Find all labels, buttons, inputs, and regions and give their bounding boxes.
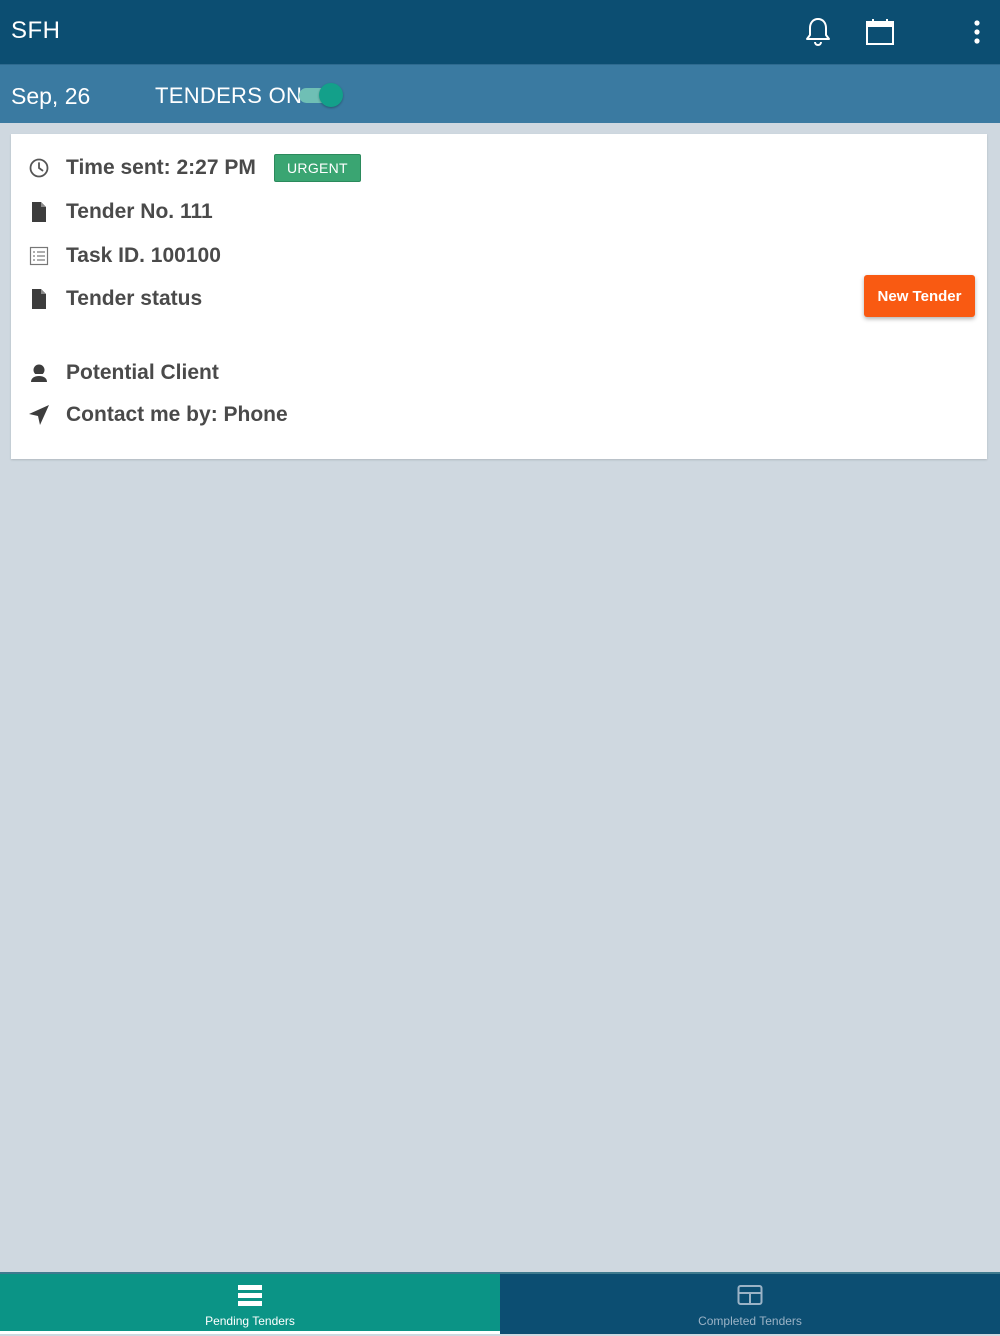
- clock-icon: [28, 157, 50, 179]
- person-icon: [28, 362, 50, 384]
- new-tender-button[interactable]: New Tender: [864, 275, 975, 317]
- tab-pending-label: Pending Tenders: [205, 1314, 295, 1328]
- tenders-toggle-label: TENDERS ON: [155, 83, 303, 108]
- tender-card[interactable]: Time sent: 2:27 PM URGENT Tender No. 111…: [11, 134, 987, 459]
- navigation-arrow-icon: [28, 404, 50, 426]
- panel-icon: [737, 1284, 763, 1311]
- tenders-toggle[interactable]: [299, 83, 345, 109]
- list-icon: [28, 245, 50, 267]
- calendar-icon[interactable]: [860, 12, 900, 52]
- more-vert-icon[interactable]: [957, 12, 997, 52]
- bell-icon[interactable]: [798, 12, 838, 52]
- status-bar: Sep, 26 TENDERS ON: [0, 64, 1000, 123]
- bottom-navigation: Pending Tenders Completed Tenders: [0, 1272, 1000, 1336]
- tab-completed-label: Completed Tenders: [698, 1314, 802, 1328]
- document-icon: [28, 288, 50, 310]
- document-icon: [28, 201, 50, 223]
- app-title: SFH: [11, 17, 61, 44]
- client-type: Potential Client: [66, 361, 219, 384]
- app-bar: SFH: [0, 0, 1000, 64]
- time-sent: Time sent: 2:27 PM: [66, 156, 256, 179]
- toggle-knob: [319, 83, 343, 107]
- tender-status-label: Tender status: [66, 287, 203, 310]
- urgent-badge: URGENT: [274, 154, 361, 182]
- tab-completed-tenders[interactable]: Completed Tenders: [500, 1274, 1000, 1334]
- list-view-icon: [237, 1284, 263, 1313]
- tab-pending-tenders[interactable]: Pending Tenders: [0, 1274, 500, 1334]
- task-id: Task ID. 100100: [66, 244, 221, 267]
- current-date: Sep, 26: [11, 83, 91, 109]
- contact-method: Contact me by: Phone: [66, 403, 288, 426]
- tender-number: Tender No. 111: [66, 200, 213, 223]
